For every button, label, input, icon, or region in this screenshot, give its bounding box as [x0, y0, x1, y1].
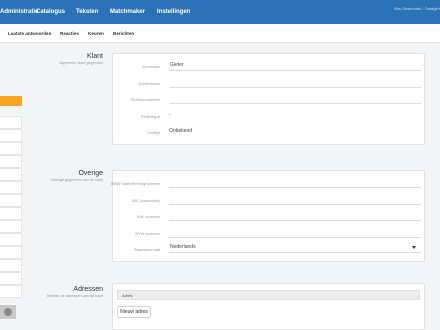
section-subtitle-adressen: Beheer de adressen van de klant	[47, 294, 103, 298]
label-profieltype: Profieltype	[141, 114, 160, 119]
iban-field[interactable]	[169, 178, 421, 188]
subnav-reacties[interactable]: Reacties	[60, 24, 79, 43]
label-iban: IBAN bankrekeningnummer	[110, 181, 160, 186]
label-telefoonnummer: Telefoonnummer	[130, 97, 160, 102]
subnav-laatste-antwoorden[interactable]: Laatste antwoorden	[8, 24, 51, 43]
chevron-down-icon[interactable]	[412, 246, 416, 249]
section-title-adressen: Adressen	[73, 286, 103, 293]
section-subtitle-overige: Overige gegevens van de klant	[50, 178, 103, 182]
sidebar-item[interactable]	[0, 233, 22, 246]
bic-field[interactable]	[169, 195, 421, 205]
section-title-overige: Overige	[78, 170, 103, 177]
sidebar-avatar-image	[0, 305, 16, 319]
top-navigation-bar	[0, 0, 440, 24]
sidebar-item[interactable]	[0, 181, 22, 194]
nav-instellingen[interactable]: Instellingen	[157, 0, 190, 24]
sidebar-item[interactable]	[0, 142, 22, 155]
label-voornaam: Voornaam	[141, 64, 160, 69]
telefoonnummer-field[interactable]	[169, 94, 421, 104]
leeftijd-value: Onbekend	[169, 128, 193, 134]
achternaam-field[interactable]	[169, 78, 421, 88]
user-info[interactable]: Vita Onderzoek / Ontagkrt	[394, 6, 440, 11]
sidebar-item[interactable]	[0, 155, 22, 168]
sidebar-item[interactable]	[0, 285, 22, 298]
label-kvk: KvK nummer	[136, 214, 160, 219]
sidebar-item[interactable]	[0, 168, 22, 181]
label-btw: BTW nummer	[135, 231, 160, 236]
sidebar-item[interactable]	[0, 129, 22, 142]
label-achternaam: Achternaam	[138, 81, 160, 86]
new-address-button[interactable]: Nieuw adres	[117, 306, 151, 318]
kvk-field[interactable]	[169, 211, 421, 221]
sidebar-item[interactable]	[0, 207, 22, 220]
sidebar-item[interactable]	[0, 259, 22, 272]
voornaam-field[interactable]: Gieter	[169, 61, 421, 71]
profieltype-value: -	[169, 112, 171, 118]
label-leeftijd: Leeftijd	[147, 130, 160, 135]
nav-administratie[interactable]: Administratie	[0, 0, 38, 24]
sidebar	[0, 43, 23, 330]
section-subtitle-klant: Algemene klant gegevens	[59, 61, 103, 65]
section-title-klant: Klant	[87, 53, 103, 60]
btw-field[interactable]	[169, 228, 421, 238]
nav-teksten[interactable]: Teksten	[76, 0, 98, 24]
label-standaard-taal: Standaard taal	[133, 247, 160, 252]
sidebar-action-button[interactable]	[0, 96, 22, 106]
sidebar-item[interactable]	[0, 194, 22, 207]
sidebar-item[interactable]	[0, 116, 22, 129]
sidebar-item[interactable]	[0, 246, 22, 259]
nav-catalogus[interactable]: Catalogus	[36, 0, 65, 24]
nav-matchmaker[interactable]: Matchmaker	[110, 0, 145, 24]
addresses-table-header: Adres	[117, 290, 420, 300]
sidebar-item[interactable]	[0, 272, 22, 285]
subnav-berichten[interactable]: Berichten	[113, 24, 134, 43]
label-bic: BIC (bankcode)	[132, 198, 160, 203]
language-select[interactable]: Nederlands	[169, 243, 421, 253]
sidebar-item[interactable]	[0, 220, 22, 233]
subnav-keuren[interactable]: Keuren	[88, 24, 104, 43]
